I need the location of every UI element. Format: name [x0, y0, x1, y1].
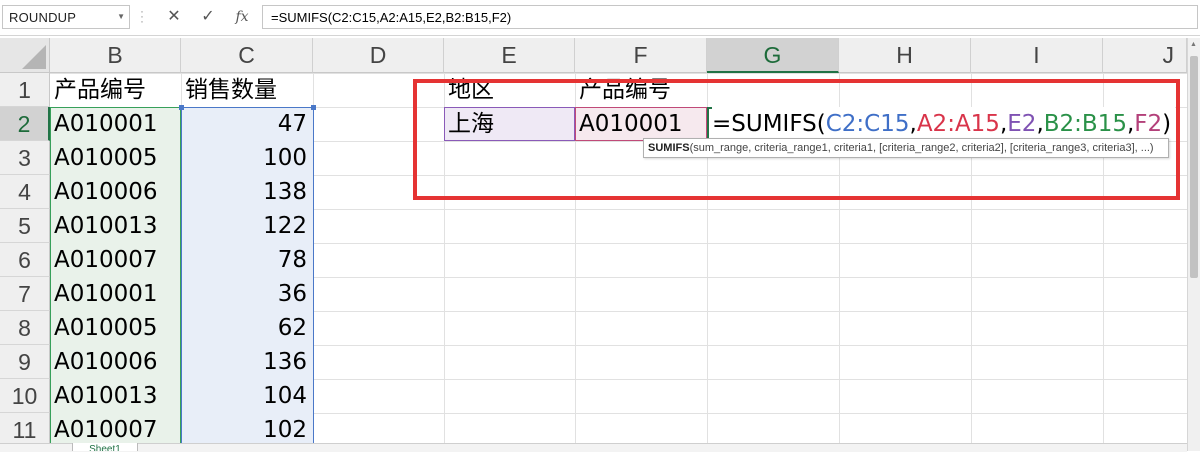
cell-c4[interactable]: 138 — [181, 175, 313, 209]
cell-b10[interactable]: A010013 — [50, 379, 181, 413]
row-header-6[interactable]: 6 — [0, 243, 50, 277]
formula-token: E2 — [1007, 111, 1037, 137]
select-all-button[interactable] — [0, 38, 50, 73]
cell-c3[interactable]: 100 — [181, 141, 313, 175]
cell-b1[interactable]: 产品编号 — [50, 73, 181, 107]
row-header-5[interactable]: 5 — [0, 209, 50, 243]
cell-c6[interactable]: 78 — [181, 243, 313, 277]
row-header-4[interactable]: 4 — [0, 175, 50, 209]
formula-input[interactable]: =SUMIFS(C2:C15,A2:A15,E2,B2:B15,F2) — [262, 5, 1198, 29]
formula-token: F2 — [1134, 111, 1163, 137]
column-header-d[interactable]: D — [313, 38, 444, 73]
formula-bar: ROUNDUP ▼ · · · ✕ ✓ fx =SUMIFS(C2:C15,A2:A… — [0, 0, 1200, 36]
chevron-down-icon[interactable]: ▼ — [117, 12, 125, 21]
tooltip-function-name[interactable]: SUMIFS — [648, 142, 690, 154]
cell-b9[interactable]: A010006 — [50, 345, 181, 379]
select-all-icon — [22, 45, 46, 69]
cell-b3[interactable]: A010005 — [50, 141, 181, 175]
column-header-b[interactable]: B — [50, 38, 181, 73]
row-header-2[interactable]: 2 — [0, 107, 50, 141]
cell-c7[interactable]: 36 — [181, 277, 313, 311]
cell-c10[interactable]: 104 — [181, 379, 313, 413]
function-tooltip: SUMIFS(sum_range, criteria_range1, crite… — [643, 138, 1169, 158]
formula-token: , — [909, 111, 917, 137]
close-icon: ✕ — [167, 8, 181, 25]
cell-e1[interactable]: 地区 — [444, 73, 575, 107]
vertical-scrollbar[interactable]: ▲ — [1187, 38, 1200, 451]
row-header-1[interactable]: 1 — [0, 73, 50, 107]
cell-c8[interactable]: 62 — [181, 311, 313, 345]
cell-b8[interactable]: A010005 — [50, 311, 181, 345]
check-icon: ✓ — [201, 8, 215, 25]
fx-icon: fx — [235, 9, 249, 25]
cell-b5[interactable]: A010013 — [50, 209, 181, 243]
column-header-g[interactable]: G — [707, 38, 839, 73]
enter-button[interactable]: ✓ — [196, 6, 220, 28]
formula-text: =SUMIFS(C2:C15,A2:A15,E2,B2:B15,F2) — [271, 10, 512, 25]
cell-b6[interactable]: A010007 — [50, 243, 181, 277]
formula-token: B2:B15 — [1043, 111, 1127, 137]
formula-token: A2:A15 — [916, 111, 1000, 137]
name-box-value: ROUNDUP — [9, 10, 77, 25]
row-header-8[interactable]: 8 — [0, 311, 50, 345]
formula-token: ) — [1162, 111, 1172, 137]
cell-edit-formula[interactable]: =SUMIFS(C2:C15,A2:A15,E2,B2:B15,F2) — [712, 107, 1176, 141]
scroll-up-icon[interactable]: ▲ — [1190, 41, 1197, 48]
cell-c11[interactable]: 102 — [181, 413, 313, 447]
cell-b11[interactable]: A010007 — [50, 413, 181, 447]
column-header-e[interactable]: E — [444, 38, 575, 73]
scrollbar-thumb[interactable] — [1190, 56, 1198, 278]
cell-b4[interactable]: A010006 — [50, 175, 181, 209]
column-header-i[interactable]: I — [971, 38, 1103, 73]
cell-c5[interactable]: 122 — [181, 209, 313, 243]
row-header-10[interactable]: 10 — [0, 379, 50, 413]
cell-f2[interactable]: A010001 — [575, 107, 707, 141]
column-header-h[interactable]: H — [839, 38, 971, 73]
row-header-9[interactable]: 9 — [0, 345, 50, 379]
cell-b2[interactable]: A010001 — [50, 107, 181, 141]
cell-b7[interactable]: A010001 — [50, 277, 181, 311]
formula-token: , — [1036, 111, 1044, 137]
column-header-f[interactable]: F — [575, 38, 707, 73]
cell-c1[interactable]: 销售数量 — [181, 73, 313, 107]
sheet-tab[interactable]: Sheet1 — [72, 443, 138, 451]
cell-e2[interactable]: 上海 — [444, 107, 575, 141]
formula-token: =SUMIFS( — [712, 111, 826, 137]
row-header-11[interactable]: 11 — [0, 413, 50, 447]
formula-token: C2:C15 — [825, 111, 910, 137]
tooltip-arguments: (sum_range, criteria_range1, criteria1, … — [689, 142, 1154, 154]
row-header-3[interactable]: 3 — [0, 141, 50, 175]
cell-c2[interactable]: 47 — [181, 107, 313, 141]
cell-f1[interactable]: 产品编号 — [575, 73, 707, 107]
name-box[interactable]: ROUNDUP ▼ — [2, 5, 130, 29]
cancel-button[interactable]: ✕ — [162, 6, 186, 28]
row-header-7[interactable]: 7 — [0, 277, 50, 311]
insert-function-button[interactable]: fx — [230, 6, 254, 28]
drag-handle-icon[interactable]: · · · — [140, 5, 144, 27]
column-header-j[interactable]: J — [1103, 38, 1187, 73]
cell-c9[interactable]: 136 — [181, 345, 313, 379]
column-header-c[interactable]: C — [181, 38, 313, 73]
